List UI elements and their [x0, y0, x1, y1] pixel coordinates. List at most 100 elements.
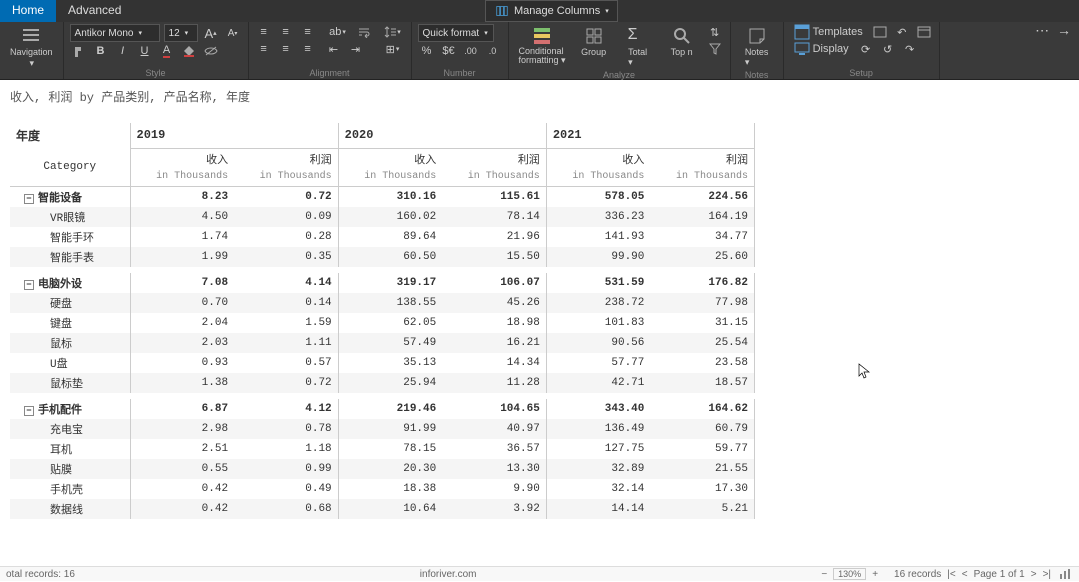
- data-cell[interactable]: 13.30: [442, 459, 546, 479]
- data-cell[interactable]: 319.17: [338, 273, 442, 293]
- data-cell[interactable]: 17.30: [650, 479, 754, 499]
- data-cell[interactable]: 0.55: [130, 459, 234, 479]
- orientation-button[interactable]: ab▾: [325, 24, 351, 40]
- align-top-button[interactable]: ≡: [255, 41, 273, 57]
- data-cell[interactable]: 136.49: [546, 419, 650, 439]
- data-cell[interactable]: 6.87: [130, 399, 234, 419]
- align-right-button[interactable]: ≡: [299, 24, 317, 40]
- layout1-button[interactable]: [871, 24, 889, 40]
- data-cell[interactable]: 1.38: [130, 373, 234, 393]
- row-label[interactable]: 智能手环: [10, 227, 130, 247]
- reset-button[interactable]: ↺: [879, 41, 897, 57]
- align-left-button[interactable]: ≡: [255, 24, 273, 40]
- data-cell[interactable]: 14.14: [546, 499, 650, 519]
- collapse-icon[interactable]: −: [24, 280, 34, 290]
- hide-button[interactable]: [202, 43, 220, 59]
- data-cell[interactable]: 11.28: [442, 373, 546, 393]
- total-button[interactable]: Σ Total▾: [618, 24, 658, 70]
- data-cell[interactable]: 0.70: [130, 293, 234, 313]
- data-cell[interactable]: 4.14: [234, 273, 338, 293]
- increase-font-button[interactable]: A▴: [202, 25, 220, 41]
- line-spacing-button[interactable]: ▾: [381, 24, 405, 40]
- data-cell[interactable]: 2.03: [130, 333, 234, 353]
- data-grid[interactable]: 年度 2019 2020 2021 Category 收入 利润 收入 利润 收…: [10, 123, 755, 519]
- data-cell[interactable]: 18.38: [338, 479, 442, 499]
- data-cell[interactable]: 0.09: [234, 207, 338, 227]
- data-cell[interactable]: 4.12: [234, 399, 338, 419]
- data-cell[interactable]: 25.60: [650, 247, 754, 267]
- align-bottom-button[interactable]: ≡: [299, 41, 317, 57]
- data-cell[interactable]: 5.21: [650, 499, 754, 519]
- data-cell[interactable]: 578.05: [546, 186, 650, 207]
- year-2021-header[interactable]: 2021: [546, 123, 754, 148]
- data-cell[interactable]: 45.26: [442, 293, 546, 313]
- italic-button[interactable]: I: [114, 43, 132, 59]
- refresh-button[interactable]: ⟳: [857, 41, 875, 57]
- data-cell[interactable]: 89.64: [338, 227, 442, 247]
- data-cell[interactable]: 91.99: [338, 419, 442, 439]
- redo-button[interactable]: ↷: [901, 41, 919, 57]
- wrap-text-button[interactable]: [355, 24, 373, 40]
- data-cell[interactable]: 0.14: [234, 293, 338, 313]
- row-label[interactable]: −智能设备: [10, 186, 130, 207]
- row-label[interactable]: 键盘: [10, 313, 130, 333]
- data-cell[interactable]: 78.15: [338, 439, 442, 459]
- data-cell[interactable]: 8.23: [130, 186, 234, 207]
- data-cell[interactable]: 25.54: [650, 333, 754, 353]
- data-cell[interactable]: 2.51: [130, 439, 234, 459]
- data-cell[interactable]: 141.93: [546, 227, 650, 247]
- data-cell[interactable]: 0.72: [234, 373, 338, 393]
- collapse-icon[interactable]: −: [24, 406, 34, 416]
- data-cell[interactable]: 9.90: [442, 479, 546, 499]
- data-cell[interactable]: 57.49: [338, 333, 442, 353]
- layout2-button[interactable]: [915, 24, 933, 40]
- data-cell[interactable]: 40.97: [442, 419, 546, 439]
- format-painter-button[interactable]: [70, 43, 88, 59]
- tab-home[interactable]: Home: [0, 0, 56, 22]
- data-cell[interactable]: 115.61: [442, 186, 546, 207]
- data-cell[interactable]: 164.19: [650, 207, 754, 227]
- data-cell[interactable]: 336.23: [546, 207, 650, 227]
- zoom-out-button[interactable]: −: [821, 569, 827, 580]
- data-cell[interactable]: 0.72: [234, 186, 338, 207]
- data-cell[interactable]: 60.79: [650, 419, 754, 439]
- data-cell[interactable]: 219.46: [338, 399, 442, 419]
- data-cell[interactable]: 32.14: [546, 479, 650, 499]
- data-cell[interactable]: 4.50: [130, 207, 234, 227]
- row-label[interactable]: 充电宝: [10, 419, 130, 439]
- data-cell[interactable]: 20.30: [338, 459, 442, 479]
- data-cell[interactable]: 2.04: [130, 313, 234, 333]
- data-cell[interactable]: 310.16: [338, 186, 442, 207]
- data-cell[interactable]: 138.55: [338, 293, 442, 313]
- row-label[interactable]: 贴膜: [10, 459, 130, 479]
- data-cell[interactable]: 57.77: [546, 353, 650, 373]
- data-cell[interactable]: 0.28: [234, 227, 338, 247]
- decrease-font-button[interactable]: A▾: [224, 25, 242, 41]
- fill-color-button[interactable]: [180, 43, 198, 59]
- row-label[interactable]: −手机配件: [10, 399, 130, 419]
- decrease-indent-button[interactable]: ⇤: [325, 41, 343, 57]
- navigation-button[interactable]: Navigation ▾: [6, 24, 57, 71]
- row-label[interactable]: U盘: [10, 353, 130, 373]
- data-cell[interactable]: 32.89: [546, 459, 650, 479]
- row-label[interactable]: −电脑外设: [10, 273, 130, 293]
- data-cell[interactable]: 23.58: [650, 353, 754, 373]
- data-cell[interactable]: 106.07: [442, 273, 546, 293]
- data-cell[interactable]: 1.18: [234, 439, 338, 459]
- year-2020-header[interactable]: 2020: [338, 123, 546, 148]
- data-cell[interactable]: 531.59: [546, 273, 650, 293]
- data-cell[interactable]: 1.11: [234, 333, 338, 353]
- zoom-in-button[interactable]: +: [872, 569, 878, 580]
- data-cell[interactable]: 0.49: [234, 479, 338, 499]
- chart-view-icon[interactable]: [1057, 566, 1073, 582]
- data-cell[interactable]: 238.72: [546, 293, 650, 313]
- undo-button[interactable]: ↶: [893, 24, 911, 40]
- data-cell[interactable]: 14.34: [442, 353, 546, 373]
- data-cell[interactable]: 21.96: [442, 227, 546, 247]
- data-cell[interactable]: 36.57: [442, 439, 546, 459]
- increase-decimal-button[interactable]: .00: [462, 43, 480, 59]
- data-cell[interactable]: 60.50: [338, 247, 442, 267]
- data-cell[interactable]: 176.82: [650, 273, 754, 293]
- data-cell[interactable]: 160.02: [338, 207, 442, 227]
- data-cell[interactable]: 31.15: [650, 313, 754, 333]
